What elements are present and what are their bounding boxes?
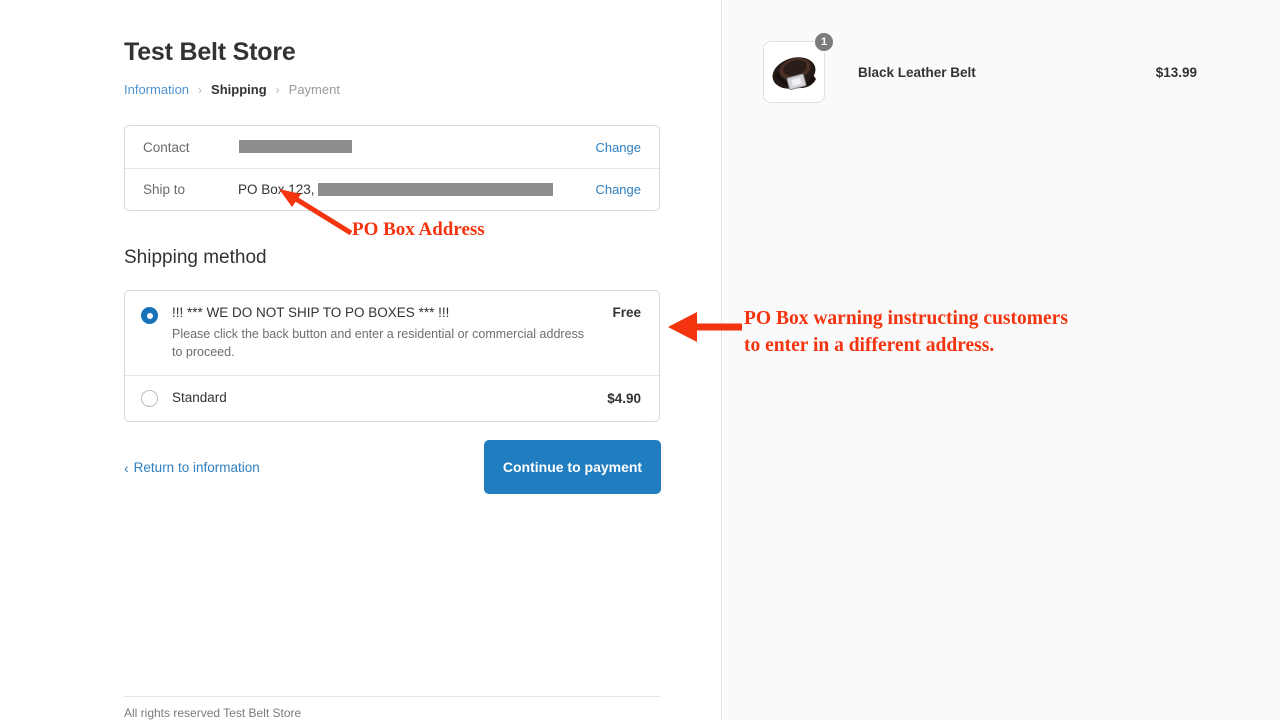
shipping-option-price: Free [612,305,641,320]
ship-to-row: Ship to PO Box 123, Change [125,168,659,210]
shipping-option-standard[interactable]: Standard $4.90 [125,375,659,421]
contact-row: Contact Change [125,126,659,168]
annotation-po-box-address: PO Box Address [352,219,485,240]
product-price: $13.99 [1155,64,1197,80]
order-line-item: 1 Black Leather Belt $13.99 [763,32,1197,103]
shipping-option-po-box-warning[interactable]: !!! *** WE DO NOT SHIP TO PO BOXES *** !… [125,291,659,375]
redaction-bar-address [318,182,554,196]
change-contact-link[interactable]: Change [595,140,641,155]
shipping-option-description: Please click the back button and enter a… [172,326,585,359]
page-title: Test Belt Store [124,38,296,66]
product-thumbnail-wrap: 1 [763,32,834,103]
ship-to-address-text: PO Box 123, [238,182,315,197]
shipping-option-name: Standard [172,390,227,406]
footer-text: All rights reserved Test Belt Store [124,706,302,720]
chevron-left-icon: ‹ [124,459,129,476]
chevron-right-icon: › [198,82,203,97]
quantity-badge: 1 [814,32,834,52]
breadcrumb-item-information[interactable]: Information [124,82,189,97]
shipping-method-heading: Shipping method [124,247,267,268]
radio-unselected-icon[interactable] [141,390,158,408]
breadcrumb: Information › Shipping › Payment [124,82,340,97]
shipping-option-name: !!! *** WE DO NOT SHIP TO PO BOXES *** !… [172,305,450,320]
annotation-warning-line-2: to enter in a different address. [744,334,995,356]
shipping-method-list: !!! *** WE DO NOT SHIP TO PO BOXES *** !… [124,290,660,423]
return-link-label: Return to information [133,460,260,475]
return-to-information-link[interactable]: ‹ Return to information [124,460,260,475]
ship-to-label: Ship to [143,182,186,197]
shipping-option-texts: Standard [172,390,607,407]
product-name: Black Leather Belt [858,64,976,80]
product-image [763,41,825,103]
order-review-block: Contact Change Ship to PO Box 123, Chang… [124,125,660,211]
checkout-column: Test Belt Store Information › Shipping ›… [0,0,722,720]
chevron-right-icon: › [275,82,280,97]
radio-selected-icon[interactable] [141,307,158,324]
annotation-warning-line-1: PO Box warning instructing customers [744,308,1068,329]
shipping-option-price: $4.90 [607,391,641,407]
belt-icon [772,57,816,91]
checkout-page: Test Belt Store Information › Shipping ›… [0,0,1280,720]
shipping-option-texts: !!! *** WE DO NOT SHIP TO PO BOXES *** !… [172,305,612,361]
contact-value [238,140,595,155]
annotation-po-box-warning: PO Box warning instructing customers to … [744,306,1068,360]
contact-label: Contact [143,139,190,155]
redaction-bar-contact [239,140,352,154]
ship-to-value: PO Box 123, [238,182,595,197]
continue-to-payment-button[interactable]: Continue to payment [484,440,661,494]
breadcrumb-item-payment: Payment [288,82,340,97]
breadcrumb-item-shipping[interactable]: Shipping [211,82,267,97]
footer-divider [124,696,660,697]
change-address-link[interactable]: Change [595,182,641,197]
order-summary-column: 1 Black Leather Belt $13.99 Subtotal $13… [723,0,1280,720]
